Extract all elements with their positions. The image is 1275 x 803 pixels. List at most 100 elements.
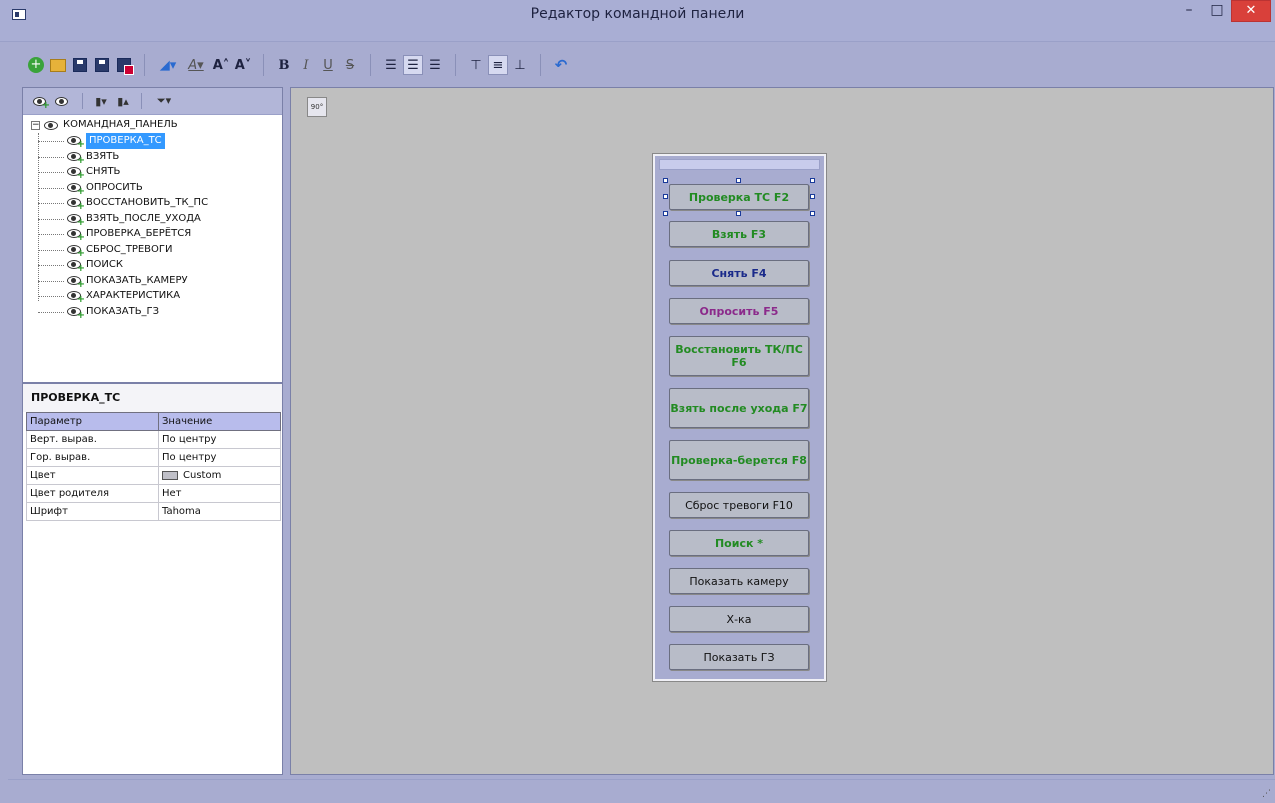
italic-button[interactable]: I	[296, 55, 316, 75]
command-panel[interactable]: Проверка ТС F2 Взять F3 Снять F4 Опросить F…	[652, 153, 827, 682]
move-up-icon: ▮▴	[117, 94, 129, 108]
collapse-icon[interactable]: −	[31, 120, 40, 130]
align-left-button[interactable]: ☰	[381, 55, 401, 75]
eye-add-icon	[67, 291, 85, 305]
command-button[interactable]: Восстановить ТК/ПС F6	[669, 336, 809, 376]
move-up-button[interactable]: ▮▴	[114, 92, 132, 110]
command-button[interactable]: Взять F3	[669, 221, 809, 247]
eye-add-icon	[67, 229, 85, 243]
toolbar-separator	[455, 54, 456, 76]
align-center-button[interactable]: ☰	[403, 55, 423, 75]
command-button[interactable]: Взять после ухода F7	[669, 388, 809, 428]
align-top-button[interactable]: ⊤	[466, 55, 486, 75]
align-center-icon: ☰	[407, 57, 419, 73]
delete-button[interactable]	[114, 55, 134, 75]
property-value[interactable]: Нет	[158, 484, 281, 503]
minimize-button[interactable]: –	[1175, 0, 1203, 22]
tree-item[interactable]: ПОКАЗАТЬ_ГЗ	[23, 304, 282, 321]
property-value[interactable]: По центру	[158, 448, 281, 467]
eye-add-icon	[67, 260, 85, 274]
command-button[interactable]: Опросить F5	[669, 298, 809, 324]
main-toolbar: + ◢▾ A▾ A˄ A˅ B I U S ☰ ☰ ☰ ⊤ ≡ ⊥ ↶	[26, 50, 571, 80]
show-eye-button[interactable]	[33, 92, 51, 111]
tree-item[interactable]: ВОССТАНОВИТЬ_ТК_ПС	[23, 195, 282, 212]
tree-item[interactable]: ПРОВЕРКА_БЕРЁТСЯ	[23, 226, 282, 243]
selection-handle[interactable]	[810, 178, 815, 183]
command-button[interactable]: Снять F4	[669, 260, 809, 286]
tree-item[interactable]: ПОКАЗАТЬ_КАМЕРУ	[23, 273, 282, 290]
command-button[interactable]: Поиск *	[669, 530, 809, 556]
align-bottom-button[interactable]: ⊥	[510, 55, 530, 75]
hide-eye-button[interactable]	[55, 92, 73, 110]
eye-add-icon	[67, 182, 85, 197]
toolbar-separator	[263, 54, 264, 76]
selection-handle[interactable]	[663, 178, 668, 183]
command-button[interactable]: Х-ка	[669, 606, 809, 632]
font-color-icon: A▾	[188, 57, 204, 73]
tree-item[interactable]: ВЗЯТЬ_ПОСЛЕ_УХОДА	[23, 211, 282, 228]
toolbar-separator	[144, 54, 145, 76]
strikethrough-button[interactable]: S	[340, 55, 360, 75]
add-button[interactable]: +	[26, 55, 46, 75]
fill-color-button[interactable]: ◢▾	[155, 55, 181, 75]
selection-handle[interactable]	[736, 211, 741, 216]
property-value[interactable]: По центру	[158, 430, 281, 449]
tree-item[interactable]: ВЗЯТЬ	[23, 149, 282, 166]
command-button[interactable]: Сброс тревоги F10	[669, 492, 809, 518]
align-right-button[interactable]: ☰	[425, 55, 445, 75]
selection-handle[interactable]	[810, 194, 815, 199]
property-row[interactable]: Цвет родителя Нет	[26, 484, 281, 503]
save-button[interactable]	[70, 55, 90, 75]
eye-add-icon	[67, 198, 85, 212]
properties-panel: ПРОВЕРКА_ТС Параметр Значение Верт. выра…	[22, 383, 283, 775]
align-middle-button[interactable]: ≡	[488, 55, 508, 75]
close-button[interactable]: ✕	[1231, 0, 1271, 22]
font-increase-button[interactable]: A˄	[211, 55, 231, 75]
undo-icon: ↶	[554, 56, 568, 74]
selection-handle[interactable]	[663, 194, 668, 199]
property-value[interactable]: Tahoma	[158, 502, 281, 521]
tree-item-label: ВОССТАНОВИТЬ_ТК_ПС	[86, 197, 209, 208]
open-button[interactable]	[48, 55, 68, 75]
maximize-button[interactable]: □	[1203, 0, 1231, 22]
selection-handle[interactable]	[810, 211, 815, 216]
resize-grip-icon[interactable]: ⋰	[1262, 789, 1271, 799]
bold-button[interactable]: B	[274, 55, 294, 75]
font-decrease-button[interactable]: A˅	[233, 55, 253, 75]
command-button[interactable]: Показать камеру	[669, 568, 809, 594]
property-value-text: Нет	[162, 488, 182, 499]
command-button[interactable]: Проверка ТС F2	[669, 184, 809, 210]
tree-item[interactable]: СНЯТЬ	[23, 164, 282, 181]
design-canvas[interactable]: 90° Проверка ТС F2 Взять F3 Снять F4 Опроси…	[290, 87, 1274, 775]
property-row[interactable]: Верт. вырав. По центру	[26, 430, 281, 449]
command-panel-header[interactable]	[659, 159, 820, 170]
tree-toolbar-separator	[141, 93, 142, 109]
eye-icon	[44, 120, 58, 130]
title-bar: Редактор командной панели – □ ✕	[0, 0, 1275, 42]
selection-handle[interactable]	[736, 178, 741, 183]
properties-title: ПРОВЕРКА_ТС	[23, 384, 282, 412]
tree-item[interactable]: ПРОВЕРКА_ТС	[23, 133, 282, 150]
tree-root[interactable]: − КОМАНДНАЯ_ПАНЕЛЬ	[23, 117, 282, 133]
property-name: Цвет	[26, 466, 159, 485]
command-button[interactable]: Проверка-берется F8	[669, 440, 809, 480]
eye-add-icon	[67, 244, 85, 259]
grid-settings-icon[interactable]: 90°	[307, 97, 327, 117]
property-name: Цвет родителя	[26, 484, 159, 503]
property-row[interactable]: Цвет Custom	[26, 466, 281, 485]
filter-button[interactable]: ⏷▾	[151, 92, 177, 110]
command-button[interactable]: Показать ГЗ	[669, 644, 809, 670]
save-all-button[interactable]	[92, 55, 112, 75]
tree-item[interactable]: ПОИСК	[23, 257, 282, 274]
undo-button[interactable]: ↶	[551, 55, 571, 75]
property-value[interactable]: Custom	[158, 466, 281, 485]
font-color-button[interactable]: A▾	[183, 55, 209, 75]
tree-item[interactable]: СБРОС_ТРЕВОГИ	[23, 242, 282, 259]
property-row[interactable]: Шрифт Tahoma	[26, 502, 281, 521]
tree-item[interactable]: ХАРАКТЕРИСТИКА	[23, 288, 282, 305]
underline-button[interactable]: U	[318, 55, 338, 75]
selection-handle[interactable]	[663, 211, 668, 216]
property-row[interactable]: Гор. вырав. По центру	[26, 448, 281, 467]
tree-item[interactable]: ОПРОСИТЬ	[23, 180, 282, 197]
move-down-button[interactable]: ▮▾	[92, 92, 110, 110]
